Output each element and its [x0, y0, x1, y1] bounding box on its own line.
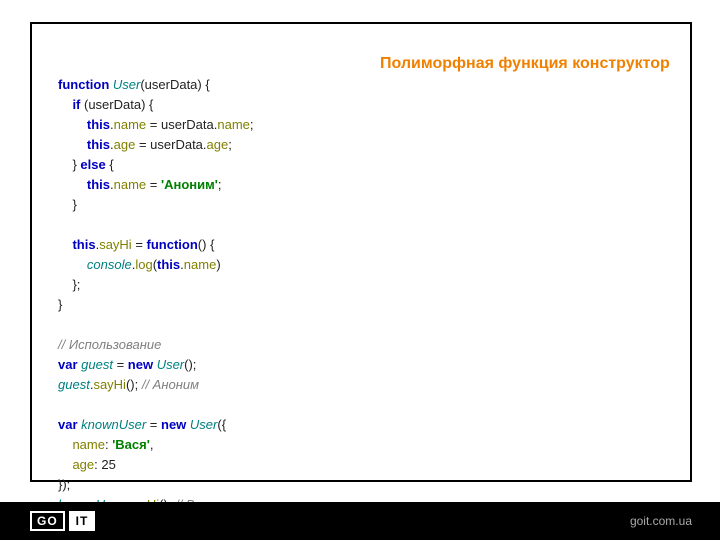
- prop-age: age: [207, 137, 229, 152]
- prop-sayhi: sayHi: [93, 377, 126, 392]
- logo-it: IT: [69, 511, 96, 531]
- footer-bar: GO IT goit.com.ua: [0, 502, 720, 540]
- t: =: [113, 357, 128, 372]
- kw-if: if: [58, 97, 80, 112]
- prop-age: age: [58, 457, 94, 472]
- kw-this: this: [58, 137, 110, 152]
- t: =: [132, 237, 147, 252]
- t: [58, 397, 62, 412]
- t: ;: [228, 137, 232, 152]
- kw-var: var: [58, 417, 78, 432]
- t: });: [58, 477, 70, 492]
- id-guest: guest: [58, 377, 90, 392]
- t: ();: [184, 357, 196, 372]
- str-anonym: 'Аноним': [161, 177, 218, 192]
- t: {: [106, 157, 114, 172]
- kw-this: this: [157, 257, 180, 272]
- str-vasya: 'Вася': [112, 437, 150, 452]
- id-console: console: [58, 257, 132, 272]
- t: };: [58, 277, 80, 292]
- t: ();: [126, 377, 142, 392]
- logo-go: GO: [30, 511, 65, 531]
- t: () {: [198, 237, 215, 252]
- t: =: [146, 417, 161, 432]
- id-guest: guest: [78, 357, 113, 372]
- comment: // Использование: [58, 337, 161, 352]
- kw-function: function: [58, 77, 109, 92]
- id-knownuser: knownUser: [78, 417, 147, 432]
- prop-sayhi: sayHi: [99, 237, 132, 252]
- t: ): [216, 257, 220, 272]
- prop-name: name: [114, 177, 147, 192]
- id-user: User: [109, 77, 140, 92]
- t: ({: [217, 417, 226, 432]
- t: ,: [150, 437, 154, 452]
- kw-var: var: [58, 357, 78, 372]
- code-block: function User(userData) { if (userData) …: [58, 55, 254, 515]
- footer-url: goit.com.ua: [630, 514, 692, 528]
- kw-this: this: [58, 177, 110, 192]
- prop-name: name: [114, 117, 147, 132]
- num-25: 25: [101, 457, 115, 472]
- t: ;: [218, 177, 222, 192]
- kw-this: this: [58, 117, 110, 132]
- t: = userData.: [135, 137, 206, 152]
- t: = userData.: [146, 117, 217, 132]
- prop-name: name: [184, 257, 217, 272]
- kw-function: function: [147, 237, 198, 252]
- t: [58, 217, 62, 232]
- t: (userData) {: [140, 77, 209, 92]
- goit-logo: GO IT: [30, 511, 95, 531]
- prop-name: name: [58, 437, 105, 452]
- t: [58, 317, 62, 332]
- id-user: User: [186, 417, 217, 432]
- t: =: [146, 177, 161, 192]
- t: (userData) {: [80, 97, 153, 112]
- kw-new: new: [161, 417, 186, 432]
- prop-name: name: [217, 117, 250, 132]
- t: }: [58, 157, 80, 172]
- comment: // Аноним: [142, 377, 199, 392]
- id-user: User: [153, 357, 184, 372]
- prop-age: age: [114, 137, 136, 152]
- t: }: [58, 297, 62, 312]
- kw-this: this: [58, 237, 96, 252]
- t: }: [58, 197, 77, 212]
- t: ;: [250, 117, 254, 132]
- prop-log: log: [135, 257, 152, 272]
- kw-new: new: [128, 357, 153, 372]
- kw-else: else: [80, 157, 105, 172]
- slide-title: Полиморфная функция конструктор: [380, 55, 670, 73]
